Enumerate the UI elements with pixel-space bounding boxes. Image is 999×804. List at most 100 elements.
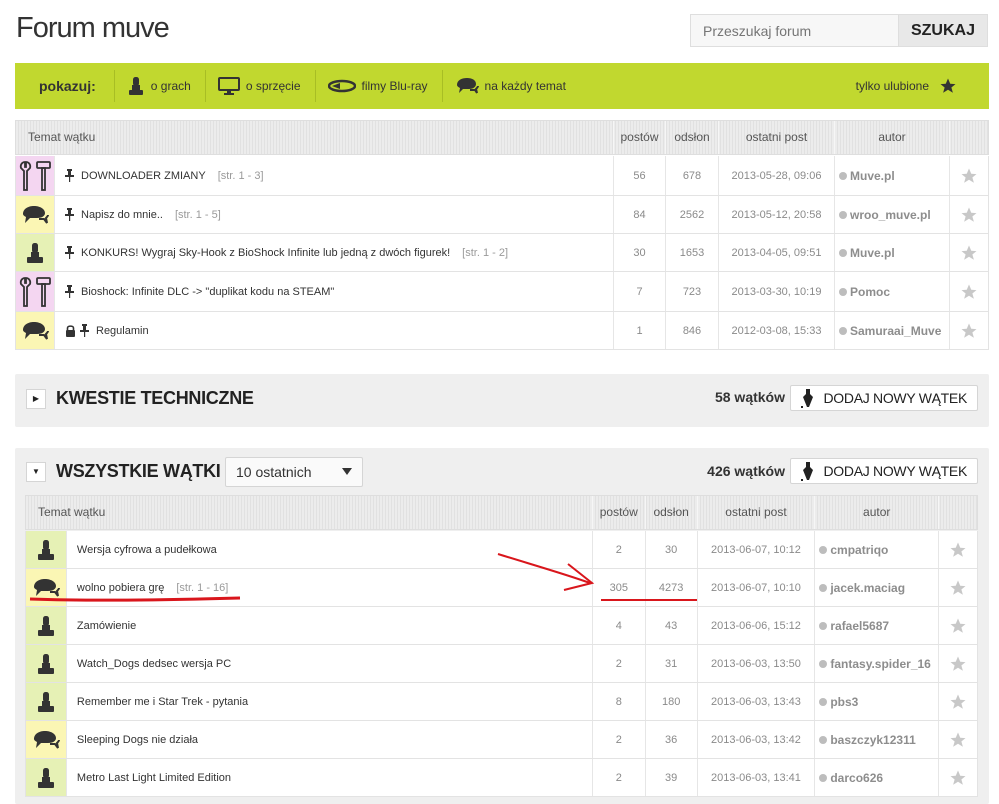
- thread-pages-link[interactable]: [str. 1 - 16]: [176, 582, 228, 594]
- last-post-date[interactable]: 2012-03-08, 15:33: [719, 312, 835, 349]
- filter-hardware[interactable]: o sprzęcie: [204, 70, 315, 102]
- topic-cell: DOWNLOADER ZMIANY [str. 1 - 3]: [55, 156, 614, 195]
- thread-title-link[interactable]: DOWNLOADER ZMIANY: [81, 170, 206, 182]
- favorite-star-button[interactable]: [939, 683, 977, 720]
- category-cell: [16, 312, 55, 349]
- thread-title-link[interactable]: Regulamin: [96, 325, 149, 337]
- favorite-star-button[interactable]: [950, 196, 988, 233]
- last-post-date[interactable]: 2013-06-07, 10:12: [698, 531, 816, 568]
- thread-title-link[interactable]: wolno pobiera grę: [77, 582, 164, 594]
- thread-title-link[interactable]: Watch_Dogs dedsec wersja PC: [77, 658, 231, 670]
- filter-any-topic[interactable]: na każdy temat: [441, 70, 580, 102]
- last-post-date[interactable]: 2013-03-30, 10:19: [719, 272, 835, 311]
- favorite-star-button[interactable]: [950, 156, 988, 195]
- pin-icon: [80, 324, 89, 337]
- table-row[interactable]: Zamówienie 4 43 2013-06-06, 15:12 rafael5687: [26, 607, 977, 645]
- thread-title-link[interactable]: Wersja cyfrowa a pudełkowa: [77, 544, 217, 556]
- favorite-star-button[interactable]: [939, 721, 977, 758]
- thread-title-link[interactable]: Metro Last Light Limited Edition: [77, 772, 231, 784]
- last-post-date[interactable]: 2013-06-03, 13:43: [698, 683, 816, 720]
- table-row[interactable]: Regulamin 1 846 2012-03-08, 15:33 Samuraai_M…: [16, 312, 988, 350]
- category-cell: [16, 196, 55, 233]
- category-cell: [26, 607, 67, 644]
- tools-icon: [18, 160, 52, 192]
- thread-title-link[interactable]: Zamówienie: [77, 620, 136, 632]
- lock-icon: [65, 324, 76, 337]
- thread-title-link[interactable]: Sleeping Dogs nie działa: [77, 734, 198, 746]
- last-post-date[interactable]: 2013-04-05, 09:51: [719, 234, 835, 271]
- last-post-date[interactable]: 2013-06-07, 10:10: [698, 569, 816, 606]
- thread-title-link[interactable]: KONKURS! Wygraj Sky-Hook z BioShock Infi…: [81, 247, 450, 259]
- thread-title-link[interactable]: Napisz do mnie..: [81, 209, 163, 221]
- table-row[interactable]: Remember me i Star Trek - pytania 8 180 201…: [26, 683, 977, 721]
- table-row[interactable]: KONKURS! Wygraj Sky-Hook z BioShock Infi…: [16, 234, 988, 272]
- chat-bubbles-icon: [455, 77, 479, 95]
- favorite-star-button[interactable]: [939, 607, 977, 644]
- header-topic: Temat wątku: [16, 121, 614, 154]
- thread-pages-link[interactable]: [str. 1 - 5]: [175, 209, 221, 221]
- author-link[interactable]: fantasy.spider_16: [830, 657, 931, 671]
- table-row[interactable]: Sleeping Dogs nie działa 2 36 2013-06-03, 1…: [26, 721, 977, 759]
- favorite-star-button[interactable]: [950, 234, 988, 271]
- table-row[interactable]: Wersja cyfrowa a pudełkowa 2 30 2013-06-07,…: [26, 531, 977, 569]
- last-post-date[interactable]: 2013-06-06, 15:12: [698, 607, 816, 644]
- table-row[interactable]: Napisz do mnie.. [str. 1 - 5] 84 2562 2013-0…: [16, 196, 988, 234]
- table-row[interactable]: Bioshock: Infinite DLC -> "duplikat kodu…: [16, 272, 988, 312]
- favorite-star-button[interactable]: [950, 272, 988, 311]
- filter-bar: pokazuj: o grach o sprzęcie filmy Blu-ra…: [15, 63, 989, 109]
- thread-count-select[interactable]: 10 ostatnich: [225, 457, 363, 487]
- star-icon: [949, 731, 967, 749]
- table-row[interactable]: Watch_Dogs dedsec wersja PC 2 31 2013-06-03…: [26, 645, 977, 683]
- filter-bluray[interactable]: filmy Blu-ray: [314, 70, 442, 102]
- thread-title-link[interactable]: Bioshock: Infinite DLC -> "duplikat kodu…: [81, 286, 334, 298]
- table-row[interactable]: wolno pobiera grę [str. 1 - 16] 305 4273 201…: [26, 569, 977, 607]
- topic-cell: Napisz do mnie.. [str. 1 - 5]: [55, 196, 614, 233]
- status-dot-icon: [839, 248, 847, 257]
- author-link[interactable]: Muve.pl: [850, 246, 895, 260]
- tools-icon: [18, 276, 52, 308]
- status-dot-icon: [819, 773, 828, 782]
- posts-count: 4: [593, 607, 646, 644]
- last-post-date[interactable]: 2013-06-03, 13:42: [698, 721, 816, 758]
- author-link[interactable]: wroo_muve.pl: [850, 208, 931, 222]
- thread-pages-link[interactable]: [str. 1 - 2]: [462, 247, 508, 259]
- favorites-only-toggle[interactable]: tylko ulubione: [856, 77, 989, 95]
- favorite-star-button[interactable]: [950, 312, 988, 349]
- favorite-star-button[interactable]: [939, 569, 977, 606]
- views-count: 846: [666, 312, 719, 349]
- favorite-star-button[interactable]: [939, 531, 977, 568]
- thread-pages-link[interactable]: [str. 1 - 3]: [218, 170, 264, 182]
- status-dot-icon: [819, 697, 828, 706]
- author-link[interactable]: jacek.maciag: [830, 581, 905, 595]
- author-link[interactable]: cmpatriqo: [830, 543, 888, 557]
- category-cell: [26, 759, 67, 796]
- favorites-only-label: tylko ulubione: [855, 79, 929, 93]
- search-button[interactable]: SZUKAJ: [898, 14, 988, 47]
- author-link[interactable]: Muve.pl: [850, 169, 895, 183]
- section-tech-toggle[interactable]: ▶: [26, 389, 46, 409]
- pin-icon: [65, 285, 74, 298]
- filter-games[interactable]: o grach: [113, 70, 205, 102]
- last-post-date[interactable]: 2013-05-28, 09:06: [719, 156, 835, 195]
- author-link[interactable]: Pomoc: [850, 285, 890, 299]
- author-link[interactable]: darco626: [830, 771, 883, 785]
- section-all-toggle[interactable]: ▼: [26, 462, 46, 482]
- author-link[interactable]: pbs3: [830, 695, 858, 709]
- author-link[interactable]: baszczyk12311: [830, 733, 915, 747]
- last-post-date[interactable]: 2013-06-03, 13:50: [698, 645, 816, 682]
- table-row[interactable]: Metro Last Light Limited Edition 2 39 2013-…: [26, 759, 977, 797]
- last-post-date[interactable]: 2013-05-12, 20:58: [719, 196, 835, 233]
- section-all-add-button[interactable]: DODAJ NOWY WĄTEK: [790, 458, 978, 484]
- section-tech-add-button[interactable]: DODAJ NOWY WĄTEK: [790, 385, 978, 411]
- favorite-star-button[interactable]: [939, 645, 977, 682]
- search-input[interactable]: [690, 14, 898, 47]
- chat-bubbles-icon: [32, 578, 60, 598]
- favorite-star-button[interactable]: [939, 759, 977, 796]
- thread-title-link[interactable]: Remember me i Star Trek - pytania: [77, 696, 248, 708]
- monitor-icon: [217, 76, 240, 96]
- author-link[interactable]: rafael5687: [830, 619, 889, 633]
- last-post-date[interactable]: 2013-06-03, 13:41: [698, 759, 816, 796]
- header-posts: postów: [614, 121, 666, 154]
- author-link[interactable]: Samuraai_Muve: [850, 324, 941, 338]
- table-row[interactable]: DOWNLOADER ZMIANY [str. 1 - 3] 56 678 2013-0…: [16, 156, 988, 196]
